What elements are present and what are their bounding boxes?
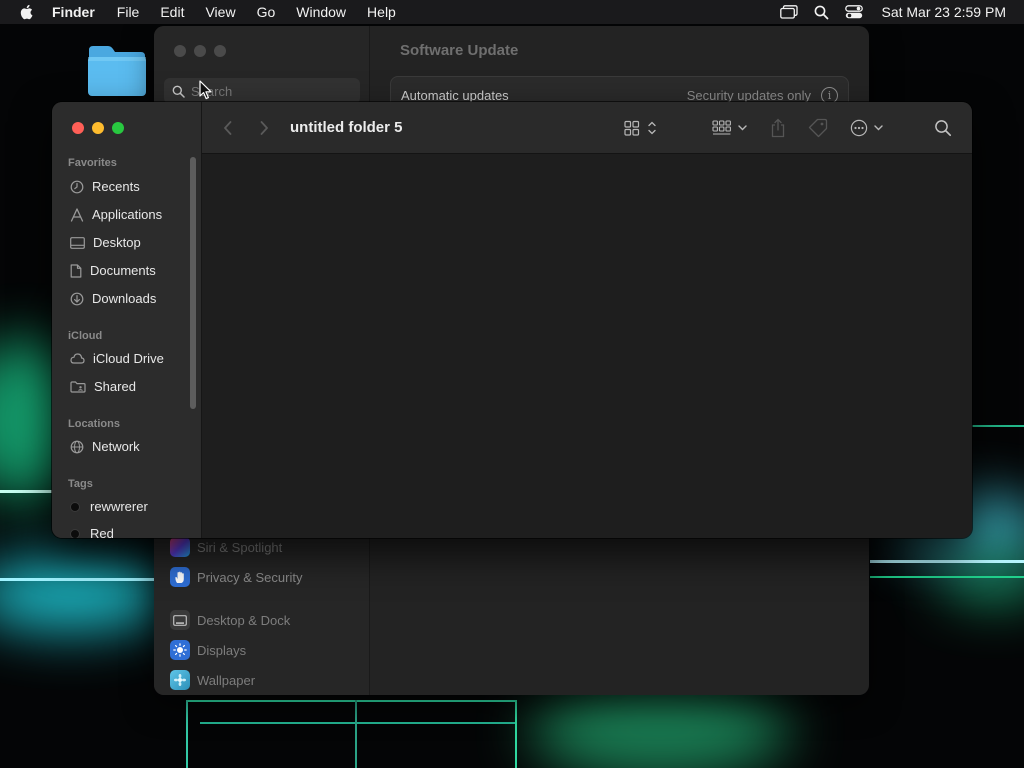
settings-item-desktop-dock[interactable]: Desktop & Dock (170, 610, 290, 630)
sidebar-item-downloads[interactable]: Downloads (70, 291, 156, 306)
sidebar-item-label: Recents (92, 179, 140, 194)
menu-go[interactable]: Go (257, 4, 276, 20)
settings-item-label: Siri & Spotlight (197, 539, 283, 555)
more-actions-icon[interactable] (850, 116, 886, 140)
settings-item-displays[interactable]: Displays (170, 640, 246, 660)
sidebar-item-label: Downloads (92, 291, 157, 306)
sidebar-item-tag-rewwrerer[interactable]: rewwrerer (70, 499, 148, 514)
screen-mirroring-icon[interactable] (780, 5, 799, 19)
settings-title: Software Update (400, 42, 519, 59)
icon-view-icon[interactable] (624, 116, 658, 140)
folder-icon[interactable] (86, 44, 148, 98)
settings-window-controls (174, 45, 226, 57)
menu-edit[interactable]: Edit (160, 4, 184, 20)
menu-view[interactable]: View (205, 4, 235, 20)
settings-item-label: Desktop & Dock (197, 612, 291, 628)
sidebar-item-applications[interactable]: Applications (70, 207, 162, 222)
document-icon (70, 263, 82, 278)
settings-item-label: Wallpaper (197, 672, 256, 688)
cloud-icon (70, 353, 85, 364)
settings-item-wallpaper[interactable]: Wallpaper (170, 670, 255, 690)
search-icon[interactable] (934, 116, 952, 140)
finder-window: Favorites Recents Applications Desktop D… (52, 102, 972, 538)
hand-icon (170, 567, 190, 587)
settings-item-siri-spotlight[interactable]: Siri & Spotlight (170, 537, 282, 557)
back-icon[interactable] (222, 116, 234, 140)
globe-icon (70, 440, 84, 453)
sidebar-heading-locations: Locations (68, 418, 120, 430)
sidebar-item-label: Desktop (93, 235, 141, 250)
tag-dot-icon (70, 528, 80, 538)
forward-icon[interactable] (258, 116, 270, 140)
sidebar-heading-icloud: iCloud (68, 330, 103, 342)
shared-folder-icon (70, 380, 86, 393)
sidebar-item-icloud-drive[interactable]: iCloud Drive (70, 351, 164, 366)
tag-dot-icon (70, 501, 80, 512)
clock-icon (70, 180, 84, 193)
menu-window[interactable]: Window (296, 4, 346, 20)
tag-icon[interactable] (808, 116, 828, 140)
menu-app-finder[interactable]: Finder (52, 4, 95, 20)
apple-logo-icon[interactable] (18, 3, 36, 21)
spotlight-search-icon[interactable] (814, 5, 829, 20)
settings-item-label: Displays (197, 642, 247, 658)
download-icon (70, 292, 84, 305)
info-icon[interactable]: i (821, 86, 838, 104)
share-icon[interactable] (770, 116, 786, 140)
sidebar-item-label: Applications (92, 207, 163, 222)
sidebar-item-documents[interactable]: Documents (70, 263, 156, 278)
sidebar-heading-tags: Tags (68, 478, 93, 490)
desktop-icon (70, 236, 85, 249)
menu-help[interactable]: Help (367, 4, 396, 20)
sidebar-item-label: Shared (94, 379, 136, 394)
sidebar-item-network[interactable]: Network (70, 439, 140, 454)
automatic-updates-label: Automatic updates (401, 87, 509, 103)
sidebar-item-shared[interactable]: Shared (70, 379, 136, 394)
finder-window-controls (72, 122, 124, 134)
menu-clock[interactable]: Sat Mar 23 2:59 PM (881, 4, 1006, 20)
search-icon (172, 85, 185, 98)
group-icon[interactable] (712, 116, 750, 140)
folder-content-area[interactable] (202, 155, 972, 538)
settings-minimize-button[interactable] (194, 45, 206, 57)
sidebar-item-label: iCloud Drive (93, 351, 164, 366)
sidebar-scrollbar[interactable] (190, 157, 196, 409)
folder-title: untitled folder 5 (290, 119, 403, 136)
settings-search-field[interactable]: Search (164, 78, 360, 104)
sidebar-item-label: Network (92, 439, 140, 454)
settings-item-label: Privacy & Security (197, 569, 303, 585)
sidebar-heading-favorites: Favorites (68, 157, 117, 169)
sidebar-item-tag-red[interactable]: Red (70, 526, 114, 538)
sidebar-item-label: rewwrerer (90, 499, 148, 514)
settings-close-button[interactable] (174, 45, 186, 57)
sun-icon (170, 640, 190, 660)
close-button[interactable] (72, 122, 84, 134)
mouse-pointer-icon (199, 80, 212, 100)
settings-item-privacy-security[interactable]: Privacy & Security (170, 567, 302, 587)
minimize-button[interactable] (92, 122, 104, 134)
menu-file[interactable]: File (117, 4, 140, 20)
sidebar-item-label: Documents (90, 263, 156, 278)
siri-icon (170, 537, 190, 557)
finder-toolbar: untitled folder 5 (202, 102, 972, 154)
sidebar-item-desktop[interactable]: Desktop (70, 235, 141, 250)
dock-icon (170, 610, 190, 630)
wallpaper-icon (170, 670, 190, 690)
menu-bar: Finder File Edit View Go Window Help Sat… (0, 0, 1024, 24)
zoom-button[interactable] (112, 122, 124, 134)
sidebar-item-label: Red (90, 526, 114, 538)
applications-icon (70, 207, 84, 222)
finder-sidebar: Favorites Recents Applications Desktop D… (52, 102, 202, 538)
sidebar-item-recents[interactable]: Recents (70, 179, 140, 194)
automatic-updates-value: Security updates only (686, 87, 811, 103)
settings-zoom-button[interactable] (214, 45, 226, 57)
control-center-icon[interactable] (845, 5, 864, 19)
